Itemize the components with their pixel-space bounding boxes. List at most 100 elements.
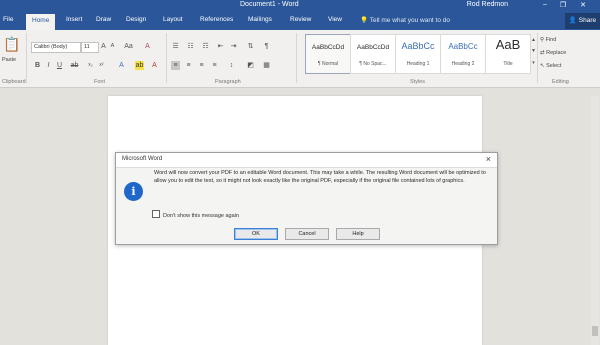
font-size-select[interactable]: 11: [81, 42, 99, 53]
highlight-icon[interactable]: ab: [135, 61, 144, 70]
line-spacing-icon[interactable]: ↕: [227, 61, 236, 70]
style-sample: AaB: [495, 37, 521, 52]
title-bar: Document1 - Word Rod Redmon – ❐ ✕: [0, 0, 600, 12]
dont-show-again-row[interactable]: Don't show this message again: [152, 210, 239, 219]
align-left-icon[interactable]: ≡: [171, 61, 180, 70]
close-window-button[interactable]: ✕: [578, 1, 588, 9]
underline-icon[interactable]: U: [55, 61, 64, 70]
clear-formatting-icon[interactable]: A: [143, 42, 152, 51]
change-case-icon[interactable]: Aa: [124, 42, 133, 51]
ribbon-separator: [296, 33, 297, 83]
text-effects-icon[interactable]: A: [117, 61, 126, 70]
style-sample: AaBbCc: [448, 42, 478, 51]
clipboard-group-label: Clipboard: [2, 79, 26, 85]
cursor-icon: ↖: [540, 63, 545, 69]
style-name: ¶ No Spac...: [359, 61, 387, 67]
replace-button[interactable]: ⇄ Replace: [540, 50, 566, 56]
tab-file[interactable]: File: [3, 16, 13, 23]
style-name: Title: [503, 61, 513, 67]
style-heading-2[interactable]: AaBbCc Heading 2: [440, 34, 486, 74]
find-label: Find: [545, 37, 557, 43]
paragraph-group-label: Paragraph: [215, 79, 241, 85]
tab-home[interactable]: Home: [26, 14, 56, 30]
style-sample: AaBbCcDd: [311, 44, 345, 51]
font-name-select[interactable]: Calibri (Body): [31, 42, 81, 53]
dont-show-again-checkbox[interactable]: [152, 210, 160, 218]
italic-icon[interactable]: I: [44, 61, 53, 70]
superscript-icon[interactable]: x²: [97, 61, 106, 70]
style-name: ¶ Normal: [317, 61, 339, 67]
multilevel-list-icon[interactable]: ☶: [201, 42, 210, 51]
restore-button[interactable]: ❐: [558, 1, 568, 9]
minimize-button[interactable]: –: [540, 1, 550, 8]
numbering-icon[interactable]: ☷: [186, 42, 195, 51]
tell-me-label: Tell me what you want to do: [369, 17, 451, 24]
style-name: Heading 1: [406, 61, 430, 67]
editing-group-label: Editing: [552, 79, 569, 85]
dialog-title: Microsoft Word: [122, 156, 163, 162]
subscript-icon[interactable]: x₂: [86, 61, 95, 70]
person-icon: 👤: [568, 17, 577, 24]
grow-font-icon[interactable]: A: [99, 42, 108, 51]
ribbon-separator: [26, 33, 27, 83]
share-button[interactable]: 👤 Share: [565, 13, 600, 29]
ok-button[interactable]: OK: [234, 228, 278, 240]
tab-review[interactable]: Review: [290, 16, 311, 23]
font-group-label: Font: [94, 79, 106, 85]
decrease-indent-icon[interactable]: ⇤: [216, 42, 225, 51]
align-right-icon[interactable]: ≡: [197, 61, 206, 70]
tab-insert[interactable]: Insert: [66, 16, 82, 23]
style-no-spacing[interactable]: AaBbCcDd ¶ No Spac...: [350, 34, 396, 74]
dialog-title-bar: Microsoft Word ×: [116, 153, 497, 168]
style-sample: AaBbCc: [401, 41, 435, 51]
justify-icon[interactable]: ≡: [210, 61, 219, 70]
replace-icon: ⇄: [540, 50, 545, 56]
style-normal[interactable]: AaBbCcDd ¶ Normal: [305, 34, 351, 74]
scroll-thumb[interactable]: [592, 326, 598, 336]
sort-icon[interactable]: ⇅: [246, 42, 255, 51]
bullets-icon[interactable]: ☰: [171, 42, 180, 51]
paste-label[interactable]: Paste: [2, 57, 16, 63]
shrink-font-icon[interactable]: A: [108, 42, 117, 51]
tab-layout[interactable]: Layout: [163, 16, 183, 23]
select-label: Select: [546, 63, 562, 69]
align-center-icon[interactable]: ≡: [184, 61, 193, 70]
font-color-icon[interactable]: A: [150, 61, 159, 70]
lightbulb-icon: 💡: [360, 17, 369, 24]
find-button[interactable]: ⚲ Find: [540, 37, 556, 43]
info-icon: i: [124, 182, 143, 201]
share-label: Share: [578, 17, 597, 24]
tab-design[interactable]: Design: [126, 16, 146, 23]
cancel-button[interactable]: Cancel: [285, 228, 329, 240]
shading-icon[interactable]: ◩: [246, 61, 255, 70]
user-name[interactable]: Rod Redmon: [467, 1, 508, 8]
borders-icon[interactable]: ▦: [262, 61, 271, 70]
ribbon-separator: [166, 33, 167, 83]
ribbon-separator: [537, 33, 538, 83]
clipboard-icon[interactable]: 📋: [3, 36, 20, 53]
vertical-scrollbar[interactable]: [591, 96, 599, 345]
convert-pdf-dialog: Microsoft Word × i Word will now convert…: [115, 152, 498, 245]
styles-group-label: Styles: [410, 79, 425, 85]
style-name: Heading 2: [451, 61, 475, 67]
style-sample: AaBbCcDd: [356, 44, 390, 51]
tab-mailings[interactable]: Mailings: [248, 16, 272, 23]
tab-references[interactable]: References: [200, 16, 233, 23]
ribbon: 📋 Paste Clipboard Calibri (Body) 11 A A …: [0, 30, 600, 88]
bold-icon[interactable]: B: [33, 61, 42, 70]
ribbon-tabs: File Home Insert Draw Design Layout Refe…: [0, 12, 600, 30]
increase-indent-icon[interactable]: ⇥: [229, 42, 238, 51]
style-heading-1[interactable]: AaBbCc Heading 1: [395, 34, 441, 74]
select-button[interactable]: ↖ Select: [540, 63, 561, 69]
help-button[interactable]: Help: [336, 228, 380, 240]
style-title[interactable]: AaB Title: [485, 34, 531, 74]
search-icon: ⚲: [540, 37, 545, 43]
dont-show-again-label[interactable]: Don't show this message again: [163, 213, 239, 219]
show-marks-icon[interactable]: ¶: [262, 42, 271, 51]
tab-draw[interactable]: Draw: [96, 16, 111, 23]
strikethrough-icon[interactable]: ab: [70, 61, 79, 70]
dialog-close-button[interactable]: ×: [486, 154, 491, 164]
replace-label: Replace: [546, 50, 567, 56]
tab-view[interactable]: View: [328, 16, 342, 23]
tell-me-search[interactable]: 💡 Tell me what you want to do: [360, 16, 450, 24]
